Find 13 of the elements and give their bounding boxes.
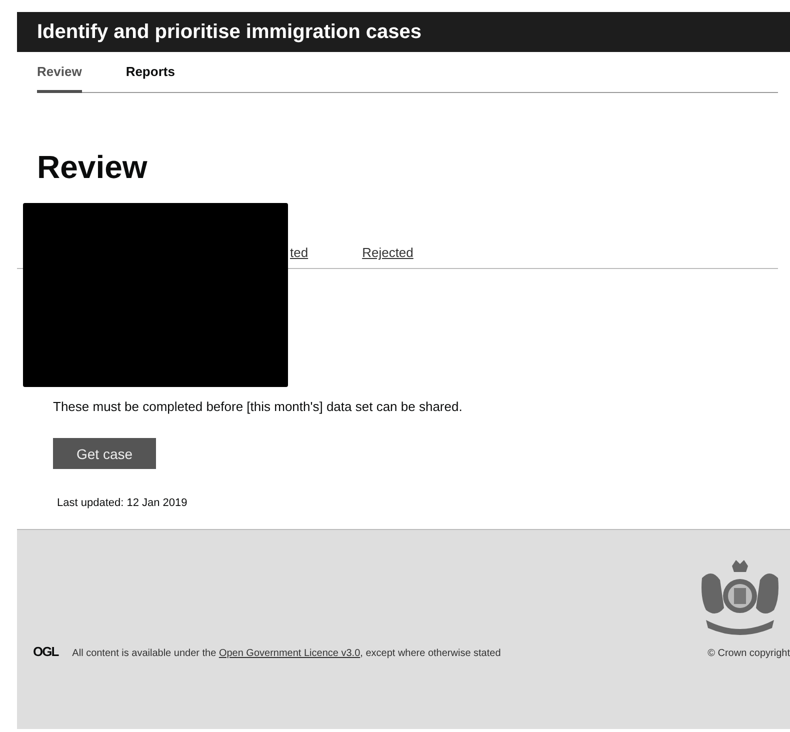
licence-text: All content is available under the Open Government Licence v3.0, except where otherwise stated bbox=[72, 648, 501, 659]
ogl-logo: OGL bbox=[33, 644, 58, 659]
nav-tab[interactable]: Review bbox=[37, 52, 82, 93]
licence-link[interactable]: Open Government Licence v3.0 bbox=[218, 648, 360, 659]
get-case-button[interactable]: Get case bbox=[53, 438, 156, 469]
copyright-text: © Crown copyright bbox=[708, 648, 790, 659]
notice-text: These must be completed before [this month's] data set can be shared. bbox=[53, 399, 464, 414]
service-title: Identify and prioritise immigration cases bbox=[37, 20, 422, 44]
status-tab[interactable]: ted bbox=[290, 241, 308, 268]
page-heading: Review bbox=[37, 149, 148, 185]
last-updated-text: Last updated: 12 Jan 2019 bbox=[57, 497, 188, 509]
nav-tab[interactable]: Reports bbox=[126, 52, 175, 93]
status-tab[interactable]: Rejected bbox=[362, 241, 414, 268]
